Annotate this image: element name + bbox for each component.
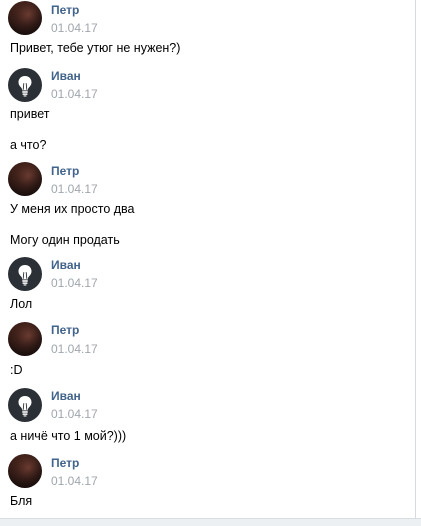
message-timestamp[interactable]: 01.04.17 — [51, 342, 98, 356]
chat-history: Петр 01.04.17 Привет, тебе утюг не нужен… — [0, 0, 415, 518]
author-name[interactable]: Петр — [51, 323, 79, 337]
panel-divider — [415, 0, 416, 518]
panel-bottom-edge — [0, 518, 421, 526]
user-avatar[interactable] — [8, 454, 42, 488]
message-text: а что? — [10, 138, 47, 152]
author-name[interactable]: Петр — [51, 3, 79, 17]
message-text: Могу один продать — [10, 233, 120, 247]
message-timestamp[interactable]: 01.04.17 — [51, 474, 98, 488]
author-name[interactable]: Петр — [51, 456, 79, 470]
message-timestamp[interactable]: 01.04.17 — [51, 21, 98, 35]
user-avatar[interactable] — [8, 1, 42, 35]
message-text: :D — [10, 363, 23, 377]
lightbulb-icon[interactable] — [8, 68, 42, 102]
author-name[interactable]: Иван — [51, 69, 81, 83]
message-text: Привет, тебе утюг не нужен?) — [10, 41, 181, 55]
message-text: привет — [10, 107, 50, 121]
author-name[interactable]: Иван — [51, 389, 81, 403]
user-avatar[interactable] — [8, 322, 42, 356]
message-timestamp[interactable]: 01.04.17 — [51, 87, 98, 101]
message-text: У меня их просто два — [10, 202, 135, 216]
author-name[interactable]: Иван — [51, 258, 81, 272]
message-timestamp[interactable]: 01.04.17 — [51, 407, 98, 421]
lightbulb-icon[interactable] — [8, 257, 42, 291]
message-timestamp[interactable]: 01.04.17 — [51, 182, 98, 196]
message-text: Лол — [10, 297, 33, 311]
message-timestamp[interactable]: 01.04.17 — [51, 276, 98, 290]
user-avatar[interactable] — [8, 162, 42, 196]
message-text: Бля — [10, 494, 33, 508]
message-text: а ничё что 1 мой?))) — [10, 429, 127, 443]
lightbulb-icon[interactable] — [8, 388, 42, 422]
author-name[interactable]: Петр — [51, 164, 79, 178]
